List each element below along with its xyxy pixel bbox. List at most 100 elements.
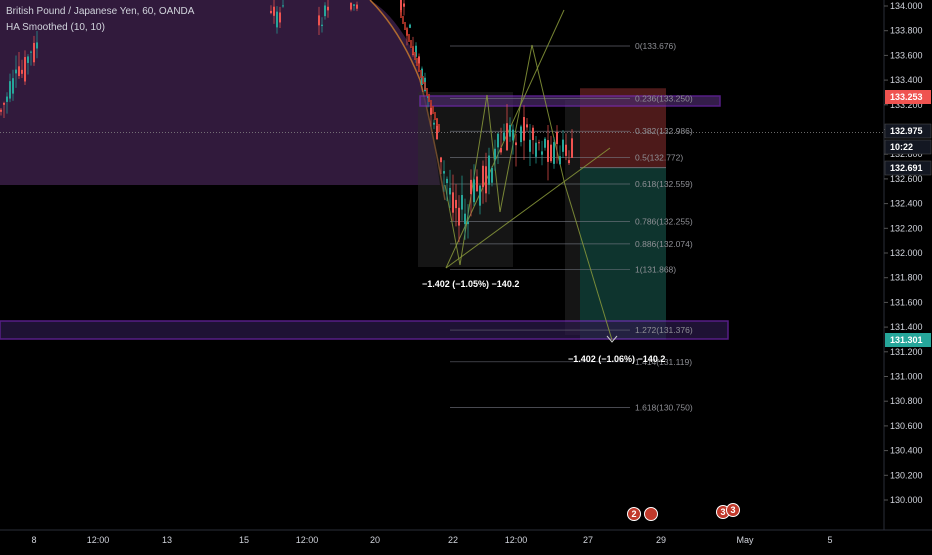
candle-body	[535, 142, 537, 157]
price-chart[interactable]: 0(133.676) 0.236(133.250) 0.382(132.986) 0.…	[0, 0, 932, 550]
candle-body	[550, 144, 552, 162]
fib-label: 1.618(130.750)	[635, 402, 693, 412]
candle-body	[403, 3, 405, 7]
ha-candle	[422, 76, 424, 84]
candle-body	[482, 165, 484, 188]
y-tick-label: 133.600	[890, 50, 923, 60]
candle-body	[12, 78, 14, 94]
y-tick-label: 132.200	[890, 223, 923, 233]
candle-body	[446, 178, 448, 184]
candle-body	[318, 15, 320, 26]
candle-body	[440, 157, 442, 163]
x-tick-label: 12:00	[296, 535, 319, 545]
y-tick-label: 130.400	[890, 446, 923, 456]
y-tick-label: 131.200	[890, 347, 923, 357]
candle-body	[515, 142, 517, 146]
candle-body	[532, 127, 534, 141]
ha-candle	[436, 118, 438, 126]
candle-body	[473, 179, 475, 203]
fib-label: 0(133.676)	[635, 41, 676, 51]
y-tick-label: 133.400	[890, 75, 923, 85]
candle-body	[452, 192, 454, 213]
candle-body	[541, 151, 543, 155]
range-box-1	[418, 92, 513, 267]
x-tick-label: 5	[827, 535, 832, 545]
candle-body	[449, 187, 451, 195]
candle-body	[279, 12, 281, 23]
candle-body	[443, 171, 445, 174]
candle-body	[464, 213, 466, 225]
fib-label: 0.886(132.074)	[635, 239, 693, 249]
candle-body	[36, 42, 38, 49]
y-tick-label: 134.000	[890, 1, 923, 11]
ha-candle	[402, 16, 404, 24]
candle-body	[21, 69, 23, 74]
chart-area[interactable]: 0(133.676) 0.236(133.250) 0.382(132.986) 0.…	[0, 0, 932, 550]
ha-candle	[416, 58, 418, 66]
candle-body	[488, 155, 490, 185]
candle-body	[0, 109, 2, 112]
y-tick-label: 130.200	[890, 470, 923, 480]
current-price-label: 133.253	[890, 92, 923, 102]
x-tick-label: 20	[370, 535, 380, 545]
entry-price-label: 132.691	[890, 163, 923, 173]
candle-body	[433, 122, 435, 125]
ha-candle	[408, 34, 410, 42]
ha-candle	[400, 10, 402, 18]
ha-candle	[428, 94, 430, 102]
y-tick-label: 132.400	[890, 199, 923, 209]
candle-body	[479, 185, 481, 206]
target-price-label: 131.301	[890, 335, 923, 345]
fib-label: 0.5(132.772)	[635, 153, 683, 163]
candle-body	[523, 117, 525, 141]
candle-body	[547, 140, 549, 162]
y-tick-label: 130.800	[890, 396, 923, 406]
candle-body	[276, 11, 278, 28]
fib-label: 0.786(132.255)	[635, 217, 693, 227]
ha-candle	[406, 28, 408, 36]
indicator-label: HA Smoothed (10, 10)	[6, 22, 105, 33]
event-badge-1-count: 2	[631, 509, 636, 519]
position-target-zone	[580, 167, 666, 340]
ha-candle	[438, 124, 440, 132]
ha-candle	[412, 46, 414, 54]
candle-body	[503, 132, 505, 141]
candle-body	[430, 107, 432, 115]
ha-candle	[430, 100, 432, 108]
candle-body	[538, 142, 540, 144]
y-tick-label: 131.000	[890, 372, 923, 382]
candle-body	[30, 51, 32, 53]
measure-label-1: −1.402 (−1.05%) −140.2	[422, 279, 519, 289]
x-tick-label: 13	[162, 535, 172, 545]
candle-body	[485, 166, 487, 194]
ha-candle	[426, 88, 428, 96]
y-tick-label: 132.000	[890, 248, 923, 258]
candle-body	[476, 176, 478, 192]
candle-body	[24, 57, 26, 82]
chart-title: British Pound / Japanese Yen, 60, OANDA	[6, 6, 195, 17]
candle-body	[491, 168, 493, 183]
y-tick-label: 131.400	[890, 322, 923, 332]
candle-body	[544, 138, 546, 148]
y-tick-label: 132.600	[890, 174, 923, 184]
ha-candle	[418, 64, 420, 72]
x-tick-label: 27	[583, 535, 593, 545]
candle-body	[506, 123, 508, 151]
candle-body	[494, 148, 496, 160]
candle-body	[556, 132, 558, 145]
ha-candle	[404, 22, 406, 30]
candle-body	[467, 221, 469, 225]
candle-body	[455, 199, 457, 209]
last-price-label: 132.975	[890, 126, 923, 136]
candle-body	[409, 24, 411, 28]
x-tick-label: 22	[448, 535, 458, 545]
candle-body	[529, 139, 531, 152]
candle-body	[353, 4, 355, 6]
range-box-2	[565, 100, 580, 335]
fib-label: 0.618(132.559)	[635, 179, 693, 189]
x-tick-label: 15	[239, 535, 249, 545]
candle-body	[3, 102, 5, 105]
candle-body	[461, 195, 463, 210]
countdown-label: 10:22	[890, 142, 913, 152]
fib-label: 1.272(131.376)	[635, 325, 693, 335]
